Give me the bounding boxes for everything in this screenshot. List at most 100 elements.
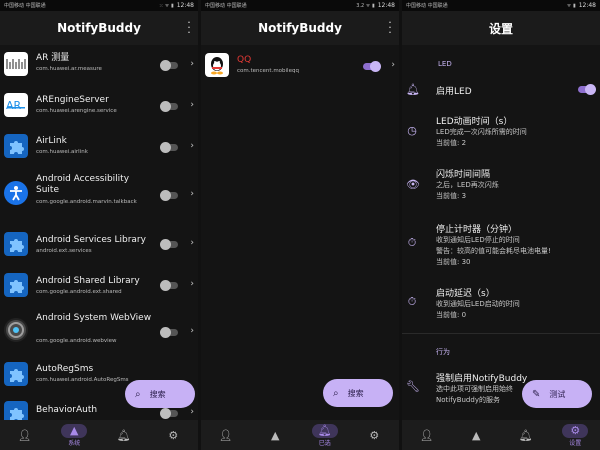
setting-desc: NotifyBuddy的服务: [436, 396, 500, 404]
svg-text:AR: AR: [6, 99, 22, 112]
app-toggle[interactable]: [160, 327, 178, 338]
app-toggle[interactable]: [363, 61, 381, 72]
app-package: com.google.android.ext.shared: [36, 289, 122, 295]
nav-settings[interactable]: ⚙ 设置: [555, 423, 595, 447]
more-menu-icon[interactable]: · · ·: [388, 17, 392, 38]
setting-warning: 警告：较高的值可能会耗尽电池电量!: [436, 247, 551, 255]
ar-measure-icon: [4, 52, 28, 76]
search-fab[interactable]: ⌕ 搜索: [323, 379, 393, 407]
chevron-right-icon[interactable]: ›: [190, 279, 194, 289]
app-toggle[interactable]: [160, 190, 178, 201]
bell-icon: 🔔︎: [518, 428, 533, 442]
chevron-right-icon[interactable]: ›: [190, 407, 194, 417]
gear-icon: ⚙: [369, 428, 380, 442]
app-toggle[interactable]: [160, 101, 178, 112]
setting-title: 启动延迟（s）: [436, 289, 495, 299]
app-name: AutoRegSms: [36, 364, 94, 374]
search-icon: ⌕: [333, 387, 339, 399]
nav-system-label: 系统: [68, 439, 81, 447]
app-package: com.huawei.arengine.service: [36, 108, 117, 114]
puzzle-icon: [4, 134, 28, 158]
android-icon: ▲: [472, 428, 481, 442]
search-fab[interactable]: ⌕ 搜索: [125, 380, 195, 408]
chevron-right-icon[interactable]: ›: [190, 100, 194, 110]
screen-selected-apps: 中国移动 中国联通 3.2 ᯤ ▮ 12:48 NotifyBuddy · · · Q…: [201, 0, 399, 450]
test-fab[interactable]: ✎ 测试: [522, 380, 592, 408]
setting-desc: 之后，LED再次闪烁: [436, 181, 499, 189]
nav-system[interactable]: ▲: [255, 429, 295, 442]
chevron-right-icon[interactable]: ›: [190, 326, 194, 336]
bottom-nav: 👤︎ ▲ 🔔︎ 已选 ⚙: [201, 420, 399, 450]
screen-all-apps: 中国移动 中国联通 ⁙ ᯤ ▮ 12:48 NotifyBuddy · · · AR …: [0, 0, 198, 450]
setting-desc: LED完成一次闪烁所需的时间: [436, 128, 527, 136]
status-icons: ᯤ ▮: [566, 2, 576, 9]
gear-icon: ⚙: [168, 428, 179, 442]
wrench-icon: 🔧︎: [406, 380, 420, 393]
status-bar: 中国移动 中国联通 ⁙ ᯤ ▮ 12:48: [0, 0, 198, 11]
app-package: com.tencent.mobileqq: [237, 68, 299, 74]
app-package: com.huawei.ar.measure: [36, 66, 102, 72]
status-bar: 中国移动 中国联通 ᯤ ▮ 12:48: [402, 0, 600, 11]
section-divider: [402, 333, 600, 334]
setting-value: 当前值: 3: [436, 192, 467, 200]
android-icon: ▲: [70, 424, 79, 437]
screen-settings: 中国移动 中国联通 ᯤ ▮ 12:48 设置 LED 🔔︎ 启用LED ◷ LED…: [402, 0, 600, 450]
bell-icon: 🔔︎: [317, 424, 332, 437]
chevron-right-icon[interactable]: ›: [190, 189, 194, 199]
chevron-right-icon[interactable]: ›: [190, 238, 194, 248]
nav-selected[interactable]: 🔔︎ 已选: [305, 423, 345, 447]
app-toggle[interactable]: [160, 408, 178, 419]
enable-led-toggle[interactable]: [578, 84, 596, 95]
search-fab-label: 搜索: [149, 389, 166, 399]
app-toggle[interactable]: [160, 142, 178, 153]
status-bar: 中国移动 中国联通 3.2 ᯤ ▮ 12:48: [201, 0, 399, 11]
setting-desc: 选中此项可强制启用始终: [436, 385, 513, 393]
more-menu-icon[interactable]: · · ·: [187, 17, 191, 38]
nav-settings[interactable]: ⚙: [354, 429, 394, 442]
eye-icon: 👁︎: [406, 178, 420, 191]
chevron-right-icon[interactable]: ›: [190, 59, 194, 69]
app-toggle[interactable]: [160, 239, 178, 250]
search-icon: ⌕: [135, 388, 141, 400]
nav-selected[interactable]: 🔔︎: [506, 429, 546, 442]
status-icons: ⁙ ᯤ ▮: [159, 2, 174, 9]
stopwatch-icon: ⏱︎: [407, 236, 417, 249]
bell-icon: 🔔︎: [116, 428, 131, 442]
search-fab-label: 搜索: [347, 388, 364, 398]
app-bar: NotifyBuddy · · ·: [201, 11, 399, 45]
app-name: Android Services Library: [36, 235, 146, 245]
setting-title: 强制启用NotifyBuddy: [436, 374, 528, 384]
ar-engine-icon: AR: [4, 93, 28, 117]
app-toggle[interactable]: [160, 280, 178, 291]
setting-desc: 收到通知后LED启动的时间: [436, 300, 520, 308]
app-bar: 设置: [402, 11, 600, 45]
setting-value: 当前值: 2: [436, 139, 467, 147]
app-package: android.ext.services: [36, 248, 92, 254]
app-package: com.google.android.marvin.talkback: [36, 199, 137, 205]
app-title: NotifyBuddy: [57, 21, 141, 35]
android-icon: ▲: [271, 428, 280, 442]
bell-ring-icon: 🔔︎: [406, 83, 420, 96]
person-icon: 👤︎: [419, 428, 434, 442]
nav-settings-label: 设置: [569, 439, 582, 447]
app-name: AREngineServer: [36, 95, 109, 105]
nav-user[interactable]: 👤︎: [206, 429, 246, 442]
nav-user[interactable]: 👤︎: [407, 429, 447, 442]
nav-user[interactable]: 👤︎: [5, 429, 45, 442]
nav-system[interactable]: ▲: [456, 429, 496, 442]
nav-selected[interactable]: 🔔︎: [104, 429, 144, 442]
setting-desc: 收到通知后LED停止的时间: [436, 236, 520, 244]
webview-icon: [4, 318, 28, 342]
setting-title: 闪烁时间间隔: [436, 170, 491, 180]
gear-icon: ⚙: [570, 424, 581, 437]
accessibility-icon: [4, 181, 28, 205]
chevron-right-icon[interactable]: ›: [391, 60, 395, 70]
nav-system[interactable]: ▲ 系统: [54, 423, 94, 447]
person-icon: 👤︎: [218, 428, 233, 442]
section-header-led: LED: [438, 60, 452, 68]
app-name: Android Shared Library: [36, 276, 140, 286]
nav-settings[interactable]: ⚙: [153, 429, 193, 442]
app-name: Android System WebView: [36, 313, 152, 323]
app-toggle[interactable]: [160, 60, 178, 71]
chevron-right-icon[interactable]: ›: [190, 141, 194, 151]
